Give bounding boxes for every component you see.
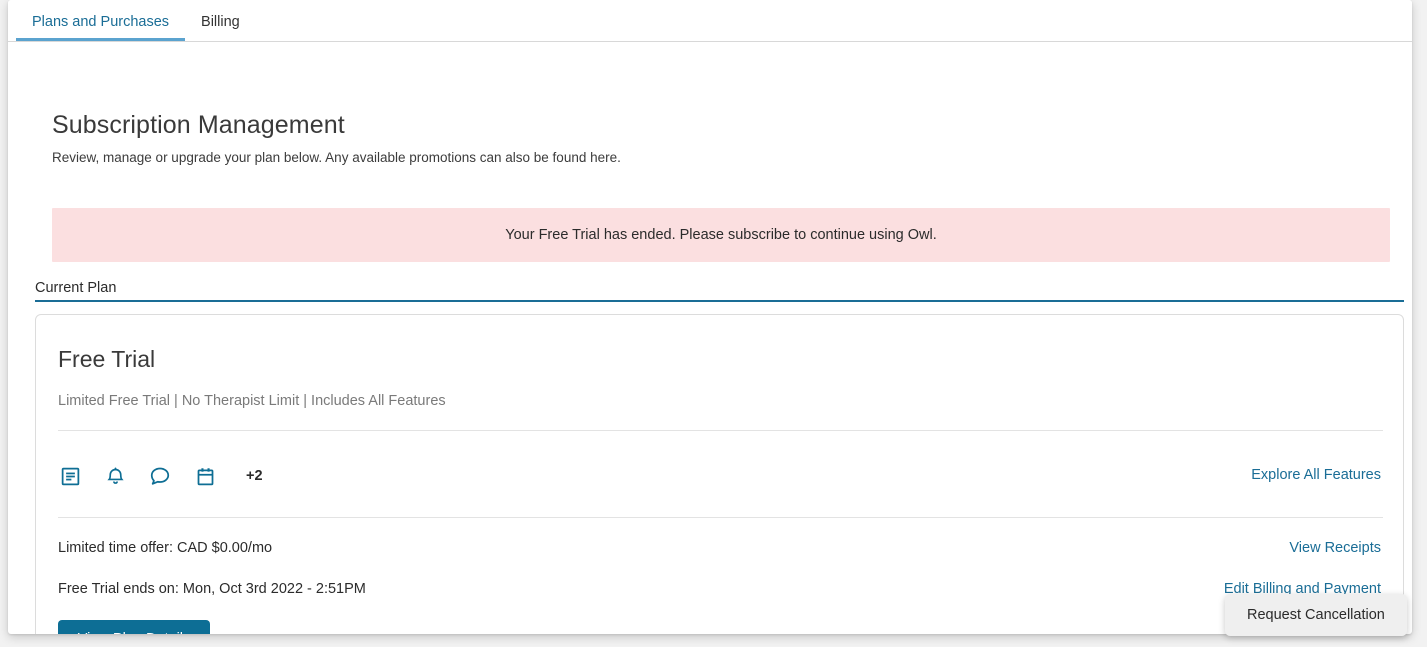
tab-list: Plans and Purchases Billing bbox=[16, 0, 256, 42]
current-plan-section-header: Current Plan bbox=[35, 280, 1404, 302]
notes-icon[interactable] bbox=[58, 464, 82, 488]
section-rule bbox=[35, 300, 1404, 302]
view-plan-details-button[interactable]: View Plan Details bbox=[58, 620, 210, 634]
plan-feature-icons: +2 bbox=[58, 461, 263, 491]
feature-overflow-count: +2 bbox=[246, 468, 263, 484]
section-title: Current Plan bbox=[35, 280, 117, 296]
tab-bar: Plans and Purchases Billing bbox=[8, 0, 1412, 42]
current-plan-card: Free Trial Limited Free Trial | No Thera… bbox=[35, 314, 1404, 634]
request-cancellation-button[interactable]: Request Cancellation bbox=[1225, 594, 1407, 636]
tab-billing[interactable]: Billing bbox=[185, 0, 256, 41]
bell-icon[interactable] bbox=[103, 464, 127, 488]
tab-label: Plans and Purchases bbox=[32, 14, 170, 30]
trial-ended-alert: Your Free Trial has ended. Please subscr… bbox=[52, 208, 1390, 262]
trial-end-date-text: Free Trial ends on: Mon, Oct 3rd 2022 - … bbox=[58, 581, 366, 597]
explore-all-features-link[interactable]: Explore All Features bbox=[1251, 467, 1381, 483]
tab-label: Billing bbox=[201, 14, 240, 30]
plan-name: Free Trial bbox=[58, 346, 156, 372]
screen: Plans and Purchases Billing Subscription… bbox=[0, 0, 1427, 647]
tab-plans-and-purchases[interactable]: Plans and Purchases bbox=[16, 0, 186, 41]
calendar-icon[interactable] bbox=[193, 464, 217, 488]
limited-time-offer-text: Limited time offer: CAD $0.00/mo bbox=[58, 540, 273, 556]
page-subtitle: Review, manage or upgrade your plan belo… bbox=[52, 150, 621, 165]
view-receipts-link[interactable]: View Receipts bbox=[1289, 540, 1381, 556]
plan-tagline: Limited Free Trial | No Therapist Limit … bbox=[58, 393, 446, 409]
card-divider-bottom bbox=[58, 517, 1383, 518]
tab-bar-baseline bbox=[8, 41, 1412, 42]
card-divider-top bbox=[58, 430, 1383, 431]
app-window: Plans and Purchases Billing Subscription… bbox=[8, 0, 1412, 634]
chat-bubble-icon[interactable] bbox=[148, 464, 172, 488]
alert-message: Your Free Trial has ended. Please subscr… bbox=[505, 227, 937, 243]
tab-active-indicator bbox=[16, 38, 186, 41]
page-title: Subscription Management bbox=[52, 111, 345, 139]
